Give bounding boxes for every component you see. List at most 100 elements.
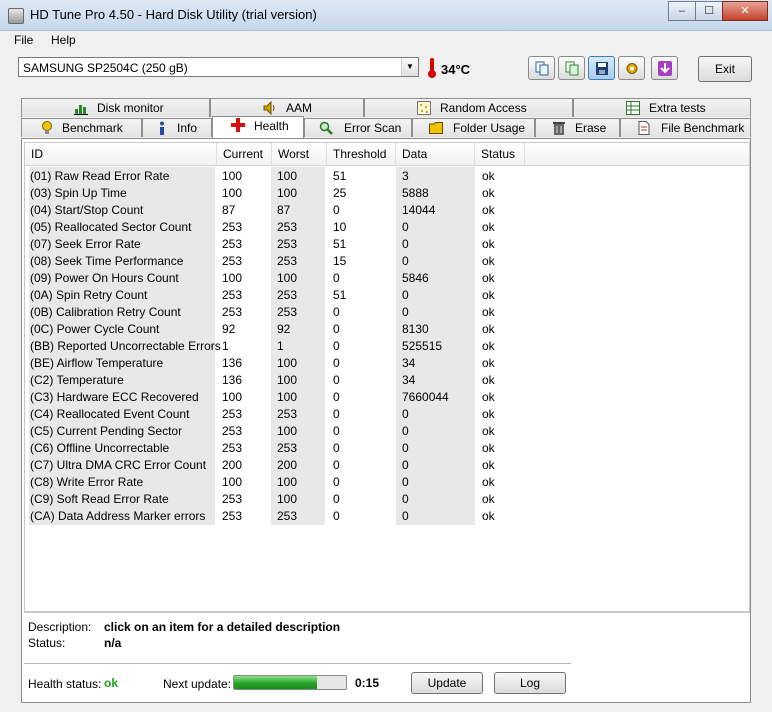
table-cell-id: (07) Seek Error Rate [30,237,141,251]
copy-icon [535,61,549,76]
description-value: click on an item for a detailed descript… [104,620,341,634]
table-cell-id: (05) Reallocated Sector Count [30,220,192,234]
file-icon [638,121,650,135]
tab-folder-usage[interactable]: Folder Usage [412,118,535,137]
table-cell-worst: 100 [277,390,298,404]
chevron-down-icon[interactable]: ▼ [401,58,418,76]
health-status-value: ok [104,676,119,690]
table-row[interactable]: (C9) Soft Read Error Rate 253 100 0 0 ok [25,491,749,508]
exit-button[interactable]: Exit [698,56,752,82]
table-cell-data: 3 [402,169,409,183]
table-cell-data: 14044 [402,203,436,217]
table-cell-id: (C4) Reallocated Event Count [30,407,190,421]
table-cell-status: ok [482,186,495,200]
table-row[interactable]: (C2) Temperature 136 100 0 34 ok [25,372,749,389]
table-row[interactable]: (0B) Calibration Retry Count 253 253 0 0 ok [25,304,749,321]
tab-health[interactable]: Health [212,116,304,138]
table-cell-status: ok [482,339,495,353]
table-row[interactable]: (08) Seek Time Performance 253 253 15 0 ok [25,253,749,270]
table-row[interactable]: (CA) Data Address Marker errors 253 253 0 0 o… [25,508,749,525]
tab-disk-monitor[interactable]: Disk monitor [21,98,210,117]
table-row[interactable]: (C7) Ultra DMA CRC Error Count 200 200 0 0 ok [25,457,749,474]
copy-screenshot-button[interactable] [558,56,585,80]
tab-extra-tests[interactable]: Extra tests [573,98,751,117]
table-cell-data: 0 [402,475,409,489]
table-cell-id: (C7) Ultra DMA CRC Error Count [30,458,207,472]
log-button[interactable]: Log [494,672,566,694]
column-header-current[interactable]: Current [217,143,272,165]
table-row[interactable]: (C5) Current Pending Sector 253 100 0 0 ok [25,423,749,440]
table-cell-worst: 100 [277,475,298,489]
tab-file-benchmark[interactable]: File Benchmark [620,118,751,137]
table-cell-threshold: 0 [333,322,340,336]
menu-file[interactable]: File [14,33,33,47]
tab-aam[interactable]: AAM [210,98,364,117]
table-row[interactable]: (BE) Airflow Temperature 136 100 0 34 ok [25,355,749,372]
table-cell-worst: 253 [277,509,298,523]
table-row[interactable]: (05) Reallocated Sector Count 253 253 10 0 ok [25,219,749,236]
table-cell-data: 0 [402,407,409,421]
table-cell-threshold: 0 [333,390,340,404]
table-row[interactable]: (C4) Reallocated Event Count 253 253 0 0 ok [25,406,749,423]
maximize-button[interactable]: ☐ [695,1,723,21]
health-status-label: Health status: [28,677,102,691]
tab-erase[interactable]: Erase [535,118,620,137]
table-row[interactable]: (C8) Write Error Rate 100 100 0 0 ok [25,474,749,491]
smart-table[interactable]: ID Current Worst Threshold Data Status (… [24,142,750,612]
table-row[interactable]: (C3) Hardware ECC Recovered 100 100 0 766004… [25,389,749,406]
table-cell-threshold: 0 [333,373,340,387]
table-row[interactable]: (04) Start/Stop Count 87 87 0 14044 ok [25,202,749,219]
table-row[interactable]: (C6) Offline Uncorrectable 253 253 0 0 ok [25,440,749,457]
table-row[interactable]: (09) Power On Hours Count 100 100 0 5846 ok [25,270,749,287]
table-row[interactable]: (0A) Spin Retry Count 253 253 51 0 ok [25,287,749,304]
progress-fill [234,676,317,689]
app-icon [8,8,24,24]
dots-icon [417,101,431,115]
column-header-worst[interactable]: Worst [272,143,327,165]
table-row[interactable]: (01) Raw Read Error Rate 100 100 51 3 ok [25,168,749,185]
table-cell-data: 7660044 [402,390,449,404]
table-cell-status: ok [482,271,495,285]
window-controls: – ☐ ✕ [668,1,768,21]
tab-error-scan[interactable]: Error Scan [304,118,412,137]
tab-benchmark[interactable]: Benchmark [21,118,142,137]
table-cell-worst: 100 [277,356,298,370]
minimize-button[interactable]: – [668,1,696,21]
copy-text-button[interactable] [528,56,555,80]
table-cell-status: ok [482,407,495,421]
table-cell-status: ok [482,390,495,404]
drive-select[interactable]: SAMSUNG SP2504C (250 gB) ▼ [18,57,419,77]
table-cell-worst: 100 [277,373,298,387]
table-cell-current: 92 [222,322,236,336]
table-cell-worst: 253 [277,441,298,455]
table-row[interactable]: (03) Spin Up Time 100 100 25 5888 ok [25,185,749,202]
table-cell-status: ok [482,254,495,268]
table-cell-threshold: 51 [333,237,347,251]
menu-help[interactable]: Help [51,33,76,47]
tab-info[interactable]: Info [142,118,212,137]
update-button[interactable]: Update [411,672,483,694]
gear-icon [626,63,638,74]
column-header-data[interactable]: Data [396,143,475,165]
countdown-value: 0:15 [355,676,380,690]
column-header-threshold[interactable]: Threshold [327,143,396,165]
table-cell-worst: 253 [277,407,298,421]
table-cell-threshold: 0 [333,407,340,421]
column-header-id[interactable]: ID [25,143,217,165]
table-row[interactable]: (BB) Reported Uncorrectable Errors 1 1 0 525… [25,338,749,355]
column-header-status[interactable]: Status [475,143,525,165]
speaker-icon [263,101,275,115]
table-cell-data: 0 [402,305,409,319]
tab-random-access[interactable]: Random Access [364,98,573,117]
options-button[interactable] [618,56,645,80]
download-button[interactable] [651,56,678,80]
menu-bar: File Help [0,31,772,51]
table-row[interactable]: (0C) Power Cycle Count 92 92 0 8130 ok [25,321,749,338]
save-button[interactable] [588,56,615,80]
folder-icon [429,122,443,134]
table-cell-id: (BB) Reported Uncorrectable Errors [30,339,221,353]
table-row[interactable]: (07) Seek Error Rate 253 253 51 0 ok [25,236,749,253]
table-cell-worst: 253 [277,237,298,251]
close-button[interactable]: ✕ [722,1,768,21]
table-cell-status: ok [482,288,495,302]
